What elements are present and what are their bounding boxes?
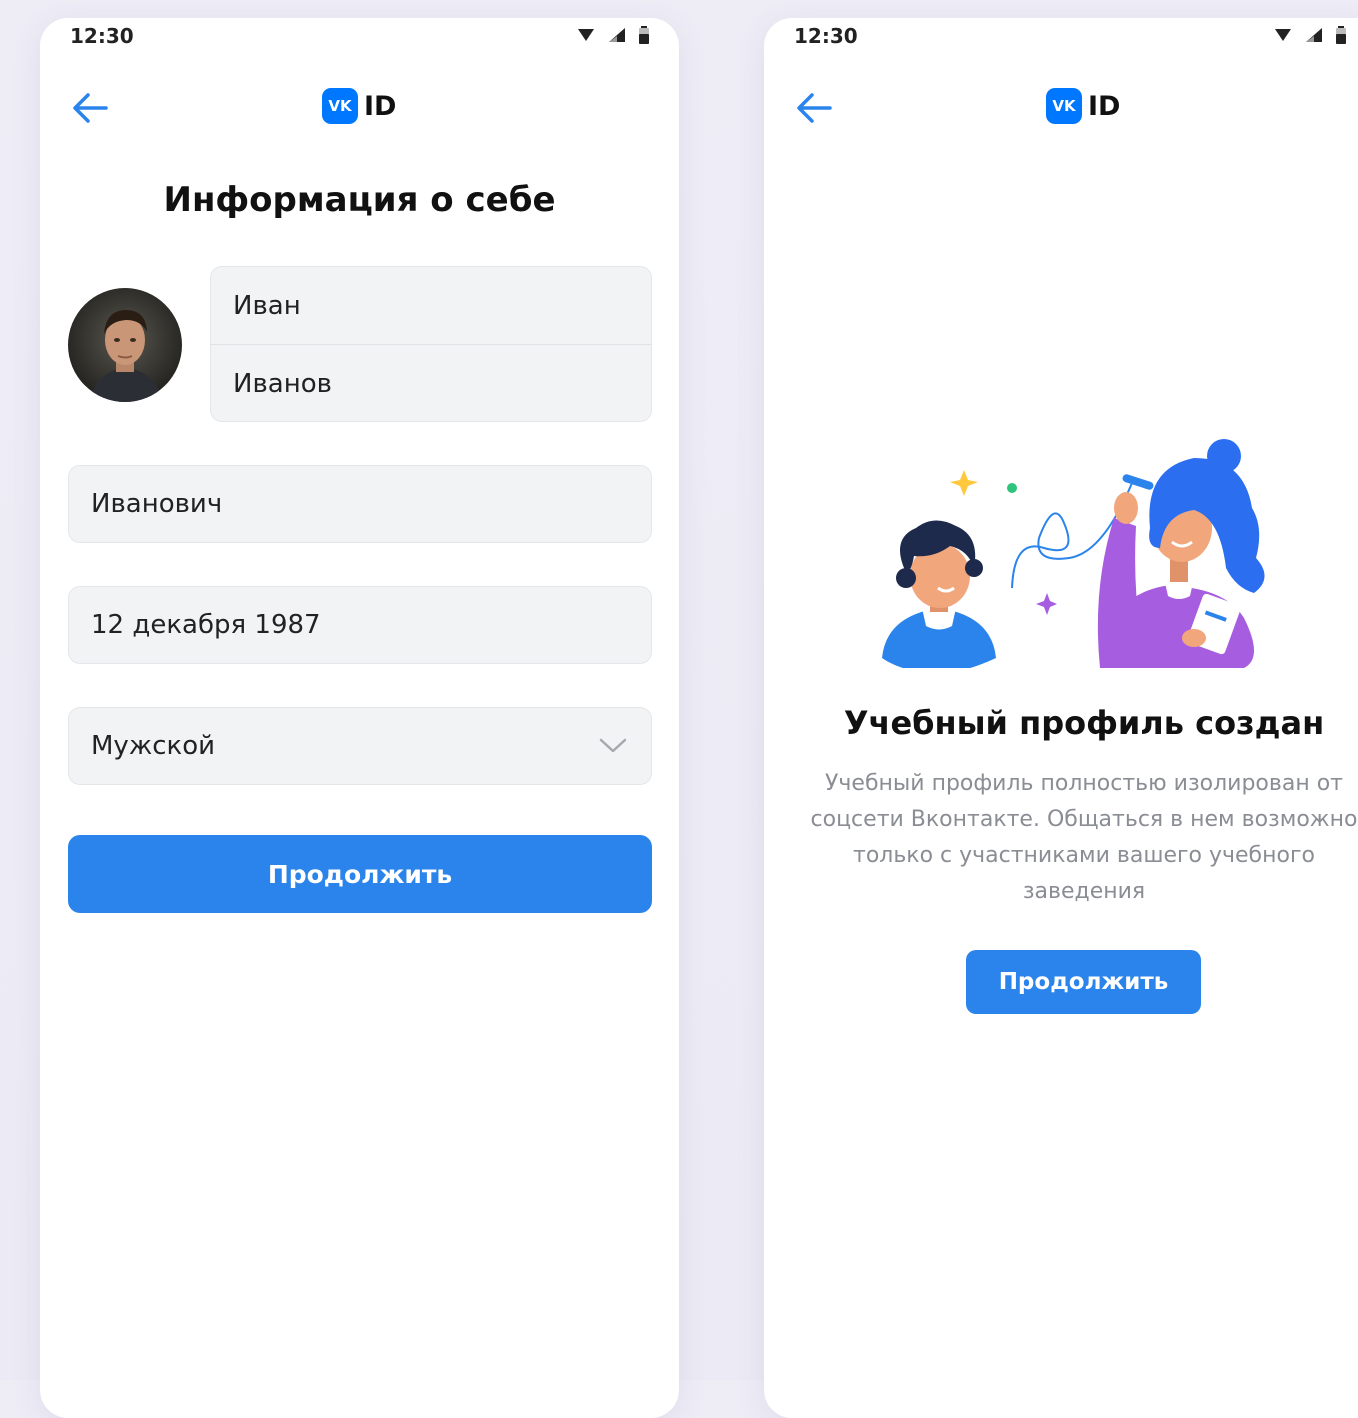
- patronymic-value: Иванович: [91, 489, 223, 519]
- vk-logo-badge: VK: [322, 88, 358, 124]
- status-icons: [577, 26, 649, 44]
- signal-icon: [1306, 28, 1322, 42]
- arrow-left-icon: [797, 93, 832, 123]
- wifi-icon: [578, 29, 594, 41]
- gender-select[interactable]: Мужской: [68, 707, 652, 785]
- name-fields-group: Иван Иванов: [210, 266, 652, 422]
- vk-id-logo: VK ID: [322, 88, 396, 124]
- status-time: 12:30: [794, 24, 858, 48]
- vk-id-logo: VK ID: [1046, 88, 1120, 124]
- page-title: Информация о себе: [163, 180, 556, 220]
- success-description: Учебный профиль полностью изолирован от …: [810, 771, 1358, 904]
- battery-icon: [1336, 26, 1346, 44]
- logo-text: ID: [364, 90, 397, 122]
- profile-created-screen: 12:30 VK ID Учебный профиль создан Учебн…: [764, 18, 1358, 1418]
- wifi-icon: [1275, 29, 1291, 41]
- continue-button[interactable]: Продолжить: [966, 950, 1201, 1014]
- gender-value: Мужской: [91, 731, 216, 761]
- profile-info-screen: 12:30 VK ID Информация о себе Иван Ивано…: [40, 18, 679, 1418]
- logo-text: ID: [1088, 90, 1121, 122]
- avatar[interactable]: [68, 288, 182, 402]
- birth-date-value: 12 декабря 1987: [91, 610, 321, 640]
- first-name-field[interactable]: Иван: [211, 267, 651, 344]
- success-title: Учебный профиль создан: [843, 704, 1325, 742]
- status-time: 12:30: [70, 24, 134, 48]
- vk-logo-badge: VK: [1046, 88, 1082, 124]
- patronymic-field[interactable]: Иванович: [68, 465, 652, 543]
- teacher-student-illustration: [882, 439, 1265, 668]
- user-photo-icon: [68, 288, 182, 402]
- back-button[interactable]: [70, 90, 110, 126]
- back-button[interactable]: [794, 90, 834, 126]
- chevron-down-icon: [599, 738, 627, 753]
- battery-icon: [639, 26, 649, 44]
- arrow-left-icon: [73, 93, 108, 123]
- status-icons: [1274, 26, 1346, 44]
- birth-date-field[interactable]: 12 декабря 1987: [68, 586, 652, 664]
- signal-icon: [609, 28, 625, 42]
- last-name-field[interactable]: Иванов: [211, 345, 651, 421]
- continue-button[interactable]: Продолжить: [68, 835, 652, 913]
